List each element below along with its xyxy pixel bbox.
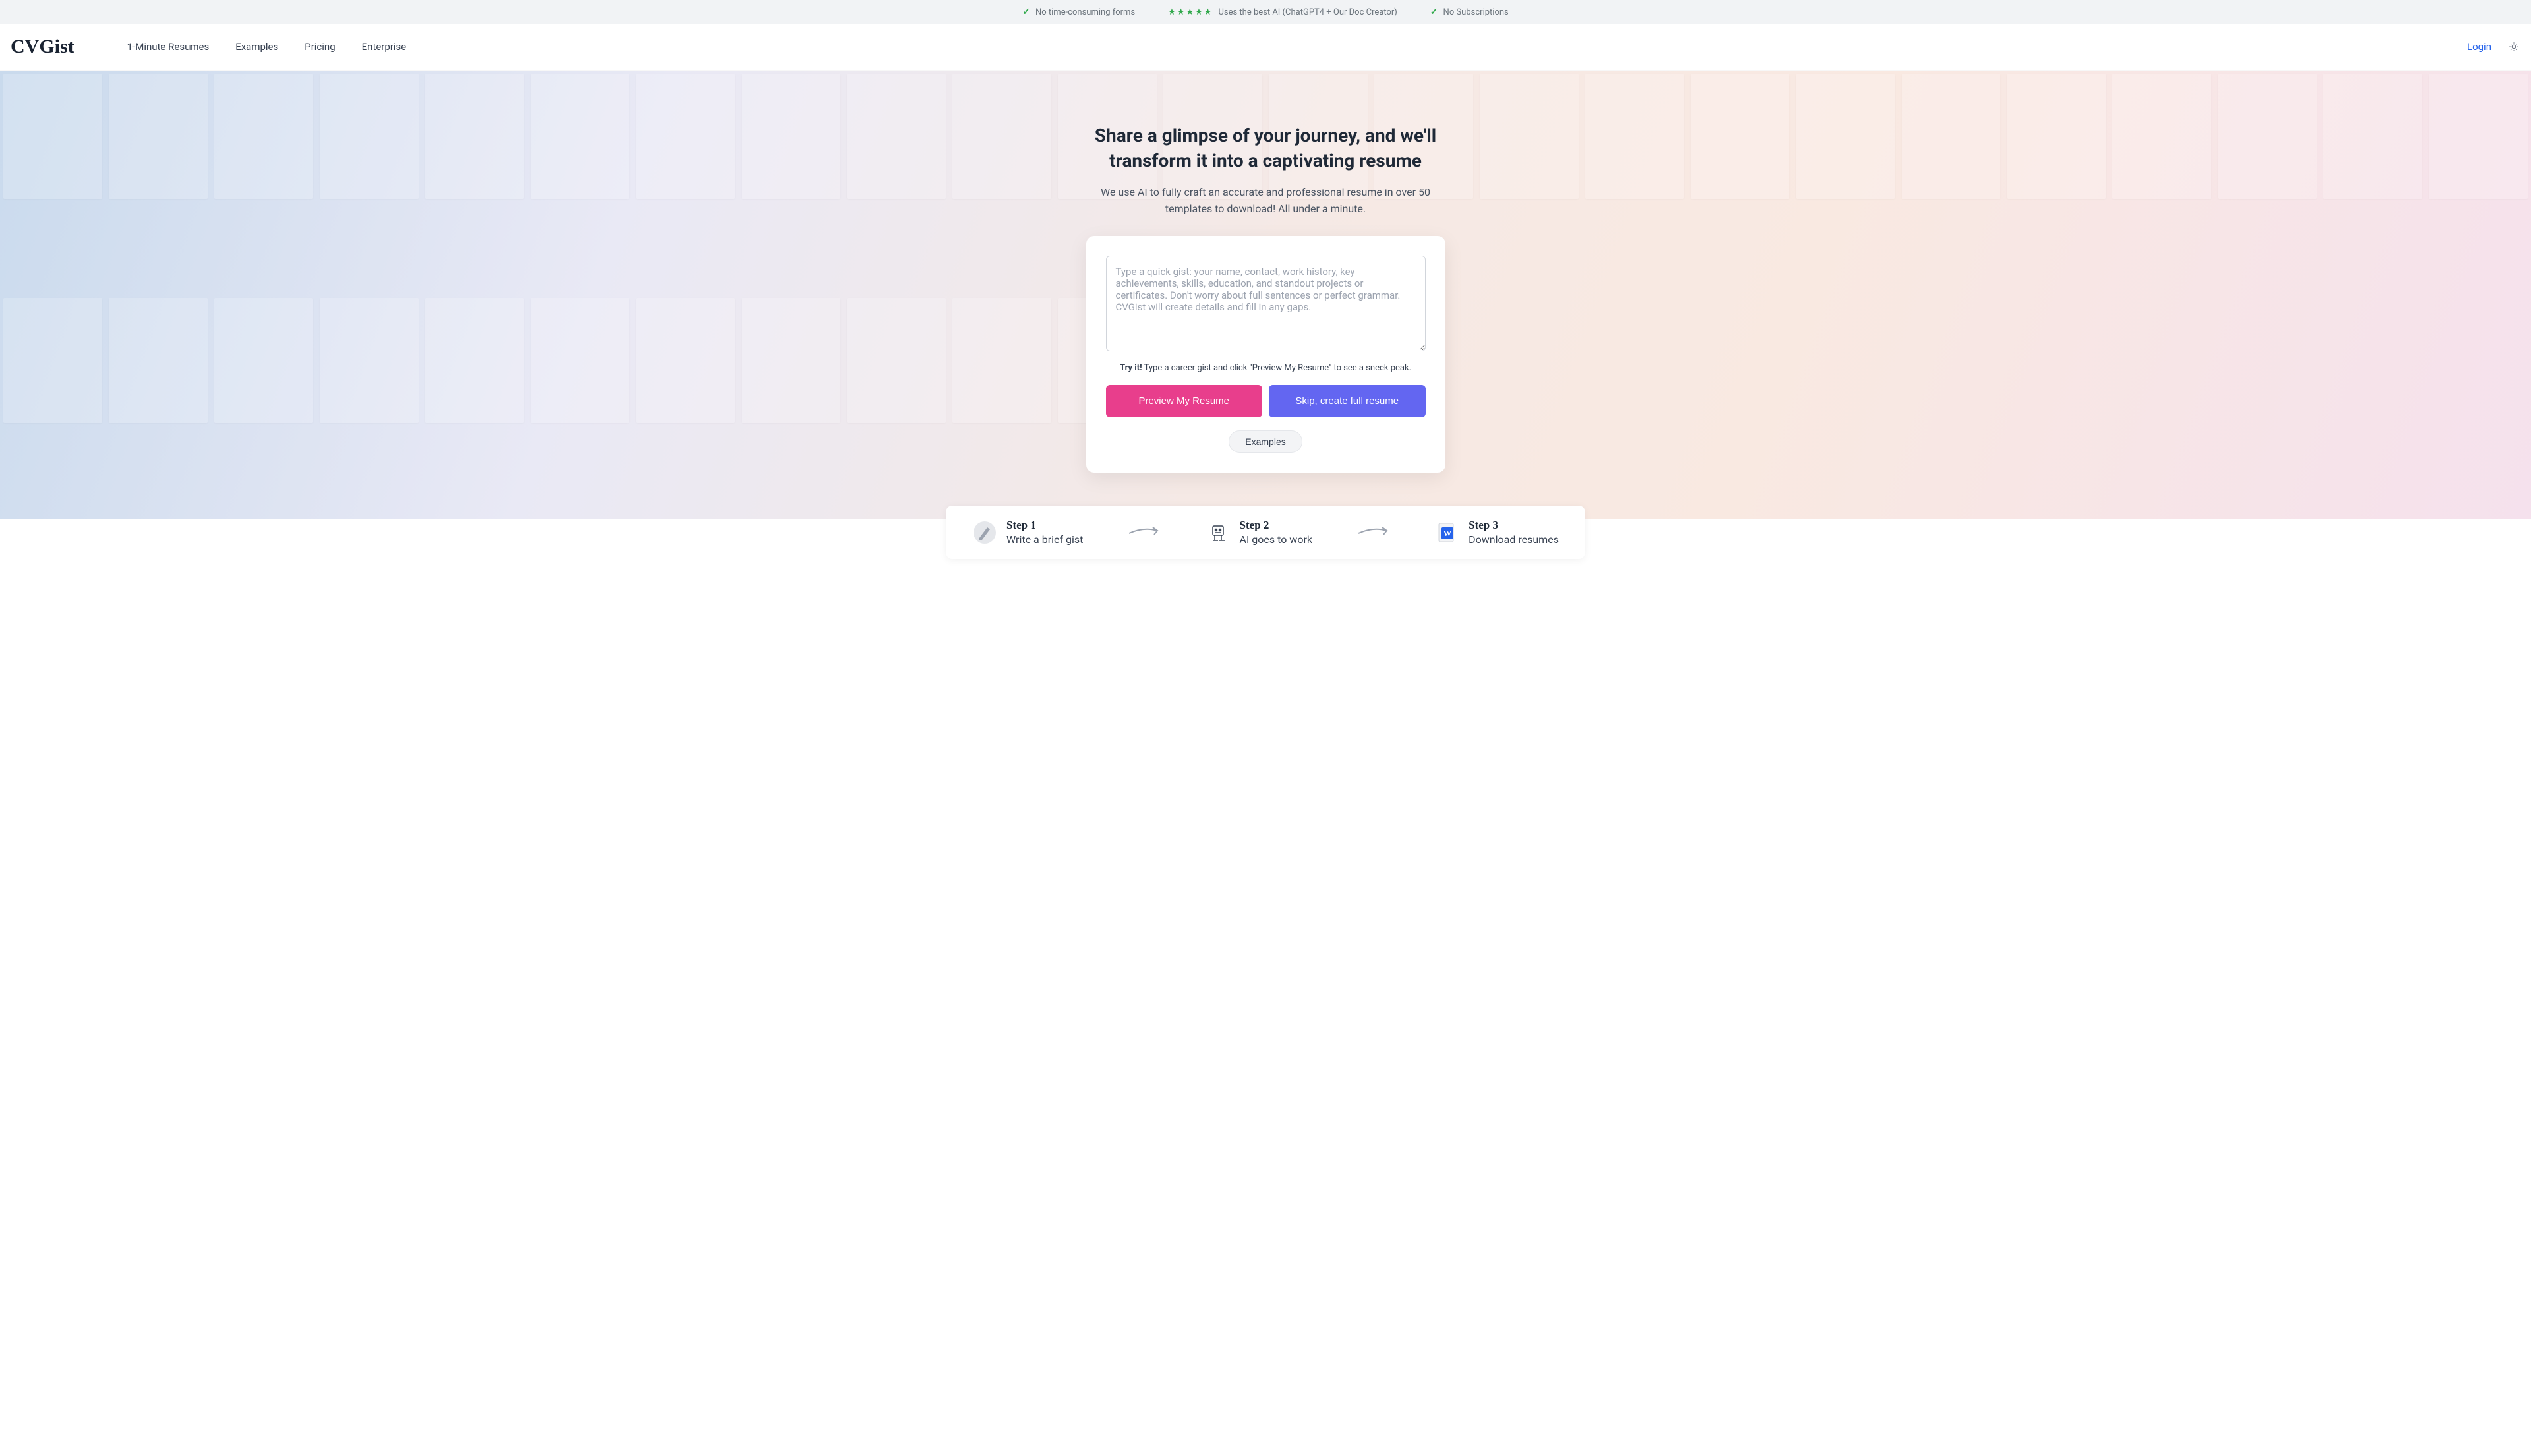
step-1-text: Step 1 Write a brief gist — [1006, 519, 1083, 546]
banner-item-forms: ✓ No time-consuming forms — [1022, 7, 1135, 17]
banner-text-1: No time-consuming forms — [1035, 7, 1135, 17]
pencil-icon — [972, 520, 997, 545]
hero-subtitle: We use AI to fully craft an accurate and… — [1068, 184, 1463, 218]
login-link[interactable]: Login — [2467, 41, 2491, 53]
try-rest: Type a career gist and click "Preview My… — [1142, 363, 1411, 373]
step-3-text: Step 3 Download resumes — [1469, 519, 1559, 546]
stars-icon: ★★★★★ — [1168, 7, 1213, 17]
arrow-icon — [1128, 524, 1161, 540]
theme-toggle-button[interactable] — [2507, 40, 2520, 53]
sun-icon — [2509, 42, 2519, 52]
banner-item-ai: ★★★★★ Uses the best AI (ChatGPT4 + Our D… — [1168, 7, 1397, 17]
banner-item-subscriptions: ✓ No Subscriptions — [1430, 7, 1509, 17]
nav-right: Login — [2467, 40, 2520, 53]
steps-bar: Step 1 Write a brief gist Step 2 AI goes… — [946, 506, 1585, 559]
step-2-text: Step 2 AI goes to work — [1240, 519, 1312, 546]
gist-input[interactable] — [1106, 256, 1426, 351]
arrow-icon — [1357, 524, 1390, 540]
nav-link-examples[interactable]: Examples — [235, 41, 278, 53]
step-2-title: Step 2 — [1240, 519, 1312, 532]
hero-content: Share a glimpse of your journey, and we'… — [1068, 123, 1463, 473]
step-2: Step 2 AI goes to work — [1206, 519, 1312, 546]
step-2-desc: AI goes to work — [1240, 533, 1312, 546]
check-icon: ✓ — [1430, 7, 1438, 17]
document-icon: W — [1434, 520, 1459, 545]
svg-text:W: W — [1443, 529, 1451, 538]
robot-icon — [1206, 520, 1231, 545]
navbar: CVGist 1-Minute Resumes Examples Pricing… — [0, 24, 2531, 71]
button-row: Preview My Resume Skip, create full resu… — [1106, 385, 1426, 417]
hero-section: Share a glimpse of your journey, and we'… — [0, 71, 2531, 519]
step-1-desc: Write a brief gist — [1006, 533, 1083, 546]
logo[interactable]: CVGist — [11, 36, 74, 58]
try-it-text: Try it! Type a career gist and click "Pr… — [1106, 363, 1426, 373]
nav-link-pricing[interactable]: Pricing — [305, 41, 335, 53]
form-card: Try it! Type a career gist and click "Pr… — [1086, 236, 1445, 473]
skip-create-button[interactable]: Skip, create full resume — [1269, 385, 1426, 417]
step-1-title: Step 1 — [1006, 519, 1083, 532]
preview-resume-button[interactable]: Preview My Resume — [1106, 385, 1263, 417]
nav-links: 1-Minute Resumes Examples Pricing Enterp… — [127, 41, 407, 53]
hero-title: Share a glimpse of your journey, and we'… — [1068, 123, 1463, 173]
examples-button[interactable]: Examples — [1229, 430, 1302, 453]
top-banner: ✓ No time-consuming forms ★★★★★ Uses the… — [0, 0, 2531, 24]
try-bold: Try it! — [1120, 363, 1142, 373]
step-1: Step 1 Write a brief gist — [972, 519, 1083, 546]
banner-text-2: Uses the best AI (ChatGPT4 + Our Doc Cre… — [1218, 7, 1397, 17]
banner-text-3: No Subscriptions — [1443, 7, 1509, 17]
step-3-title: Step 3 — [1469, 519, 1559, 532]
nav-link-enterprise[interactable]: Enterprise — [362, 41, 407, 53]
check-icon: ✓ — [1022, 7, 1030, 17]
nav-link-resumes[interactable]: 1-Minute Resumes — [127, 41, 210, 53]
step-3-desc: Download resumes — [1469, 533, 1559, 546]
step-3: W Step 3 Download resumes — [1434, 519, 1559, 546]
